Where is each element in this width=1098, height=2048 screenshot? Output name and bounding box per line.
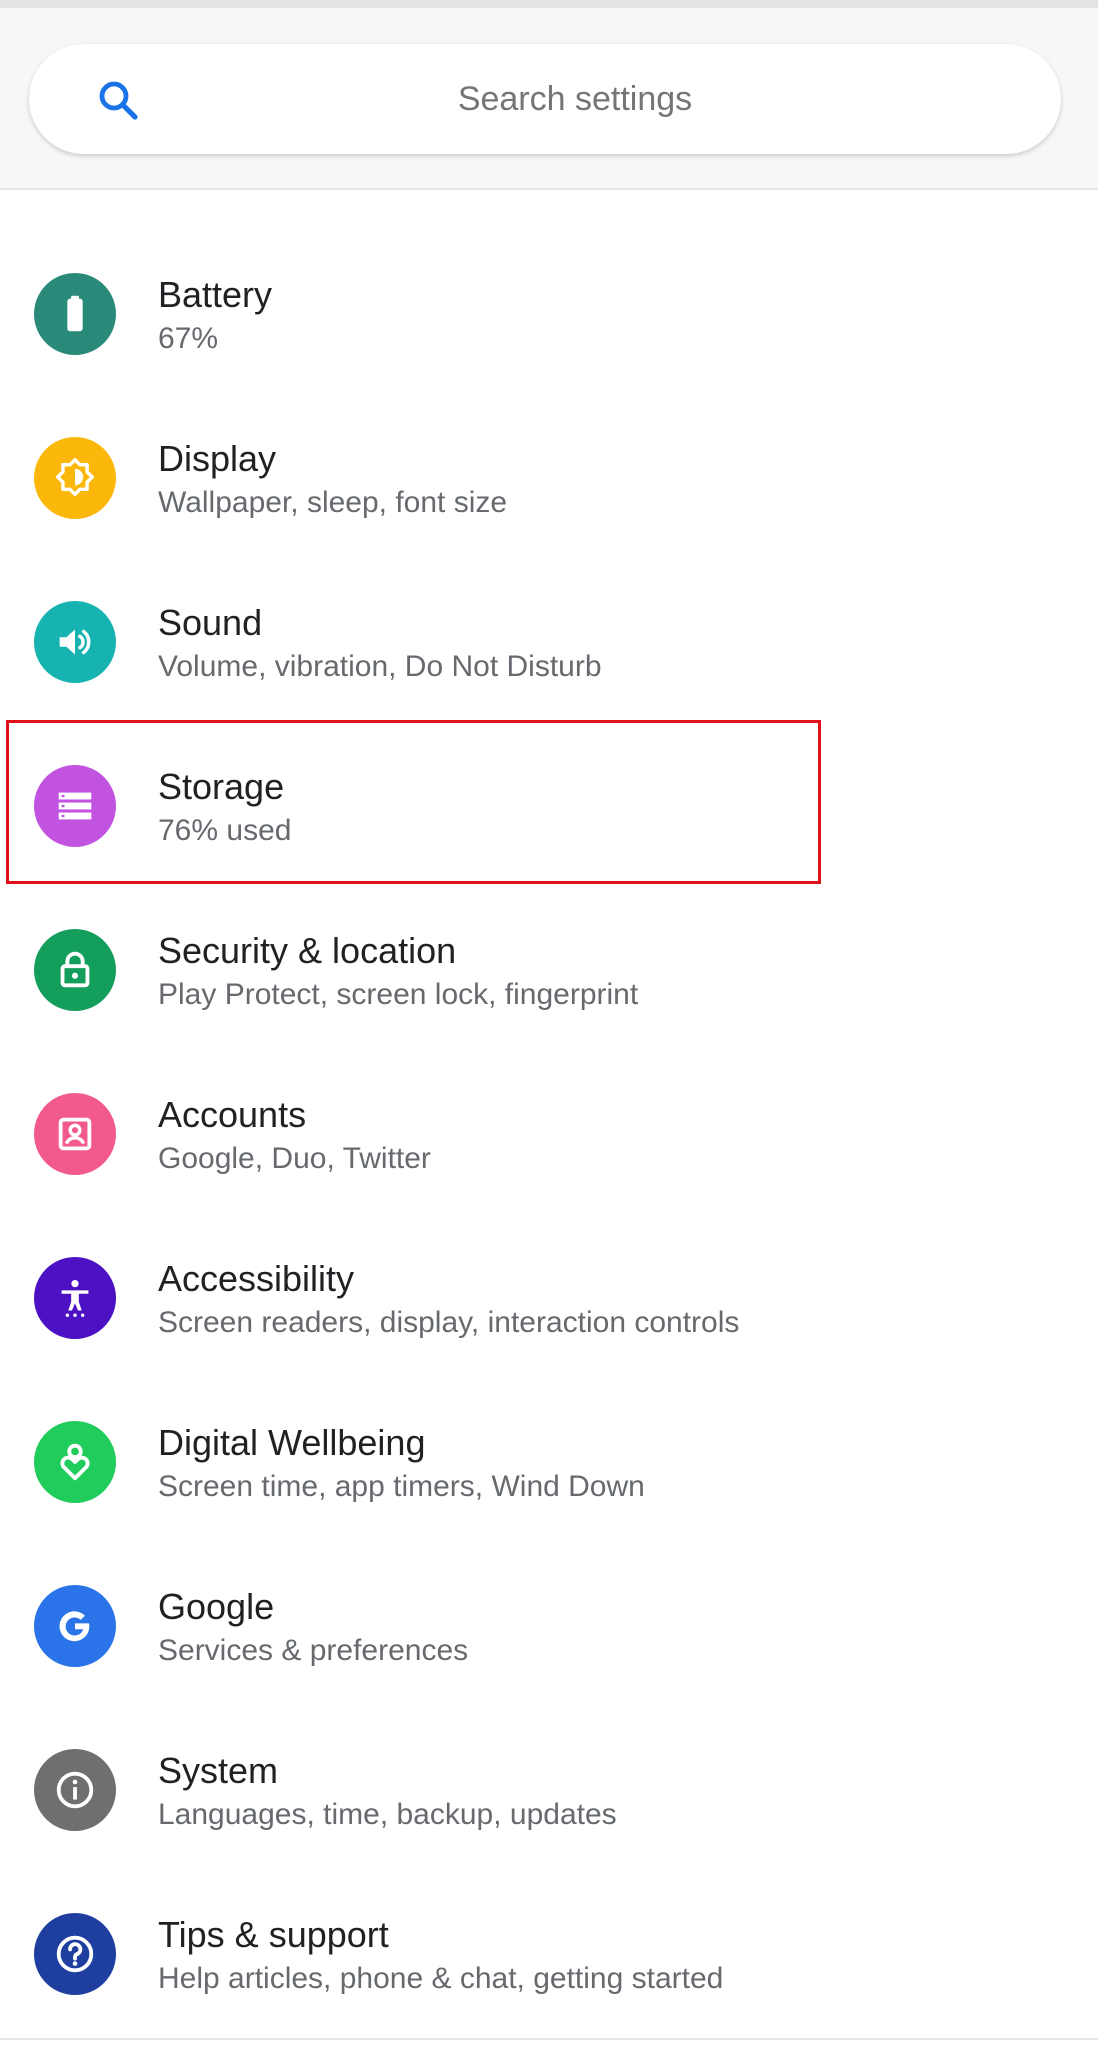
divider xyxy=(0,2038,1098,2040)
settings-item-subtitle: Play Protect, screen lock, fingerprint xyxy=(158,978,639,1011)
settings-item-subtitle: Screen readers, display, interaction con… xyxy=(158,1306,740,1339)
settings-item-title: Battery xyxy=(158,274,273,315)
settings-item-title: Accessibility xyxy=(158,1258,355,1299)
settings-item-title: Tips & support xyxy=(158,1914,389,1955)
settings-item-title: Display xyxy=(158,438,277,479)
settings-item-title: Security & location xyxy=(158,930,457,971)
settings-item-title: Digital Wellbeing xyxy=(158,1422,426,1463)
settings-item-subtitle: Languages, time, backup, updates xyxy=(158,1798,617,1831)
settings-item-google[interactable]: Google Services & preferences xyxy=(0,1544,1098,1708)
accessibility-icon xyxy=(34,1257,116,1339)
wellbeing-icon xyxy=(34,1421,116,1503)
settings-item-title: Storage xyxy=(158,766,285,807)
settings-screen: Battery 67% Display Wallpaper, sleep, fo… xyxy=(0,0,1098,2048)
settings-item-tips-support[interactable]: Tips & support Help articles, phone & ch… xyxy=(0,1872,1098,2036)
volume-icon xyxy=(34,601,116,683)
info-icon xyxy=(34,1749,116,1831)
settings-item-accessibility[interactable]: Accessibility Screen readers, display, i… xyxy=(0,1216,1098,1380)
search-input[interactable]: Search settings xyxy=(29,44,1061,154)
settings-item-subtitle: Google, Duo, Twitter xyxy=(158,1142,431,1175)
settings-item-title: Accounts xyxy=(158,1094,307,1135)
battery-icon xyxy=(34,273,116,355)
settings-item-digital-wellbeing[interactable]: Digital Wellbeing Screen time, app timer… xyxy=(0,1380,1098,1544)
google-icon xyxy=(34,1585,116,1667)
settings-item-subtitle: 67% xyxy=(158,322,219,355)
settings-item-accounts[interactable]: Accounts Google, Duo, Twitter xyxy=(0,1052,1098,1216)
settings-item-subtitle: Help articles, phone & chat, getting sta… xyxy=(158,1962,724,1995)
settings-item-subtitle: Services & preferences xyxy=(158,1634,469,1667)
lock-icon xyxy=(34,929,116,1011)
settings-item-title: Google xyxy=(158,1586,275,1627)
brightness-icon xyxy=(34,437,116,519)
help-icon xyxy=(34,1913,116,1995)
settings-item-subtitle: 76% used xyxy=(158,814,292,847)
settings-item-display[interactable]: Display Wallpaper, sleep, font size xyxy=(0,396,1098,560)
settings-item-security[interactable]: Security & location Play Protect, screen… xyxy=(0,888,1098,1052)
settings-item-subtitle: Wallpaper, sleep, font size xyxy=(158,486,508,519)
settings-item-system[interactable]: System Languages, time, backup, updates xyxy=(0,1708,1098,1872)
settings-item-battery[interactable]: Battery 67% xyxy=(0,232,1098,396)
status-bar-edge xyxy=(0,0,1098,8)
settings-item-sound[interactable]: Sound Volume, vibration, Do Not Disturb xyxy=(0,560,1098,724)
settings-item-title: Sound xyxy=(158,602,263,643)
settings-item-title: System xyxy=(158,1750,279,1791)
account-icon xyxy=(34,1093,116,1175)
storage-icon xyxy=(34,765,116,847)
search-header: Search settings xyxy=(0,8,1098,190)
search-bar[interactable]: Search settings xyxy=(29,44,1061,154)
settings-item-subtitle: Screen time, app timers, Wind Down xyxy=(158,1470,645,1503)
settings-item-storage[interactable]: Storage 76% used xyxy=(0,724,1098,888)
settings-item-subtitle: Volume, vibration, Do Not Disturb xyxy=(158,650,602,683)
